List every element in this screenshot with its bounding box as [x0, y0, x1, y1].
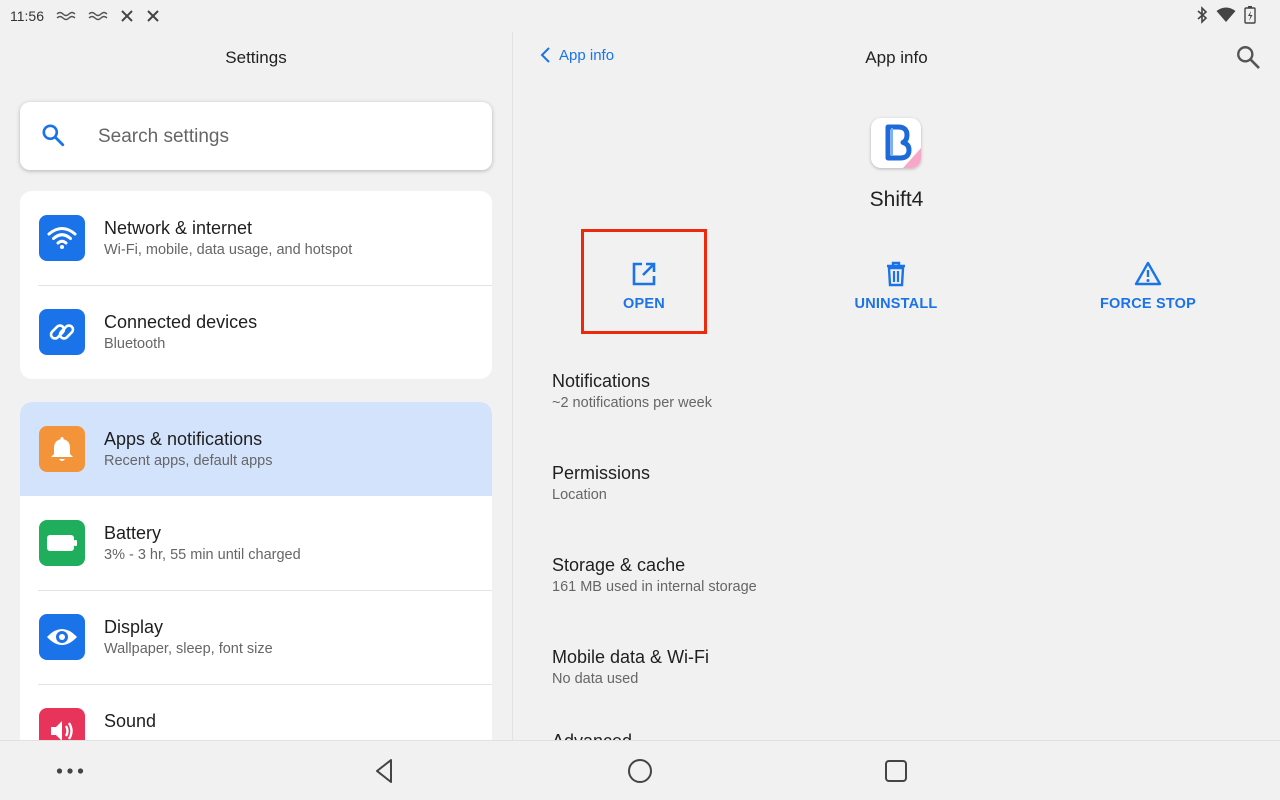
page-title: App info [865, 48, 928, 67]
pref-mobile-data-wifi[interactable]: Mobile data & Wi-Fi No data used [552, 646, 709, 689]
signal-off-icon [121, 10, 133, 22]
recents-icon[interactable] [882, 757, 910, 785]
speaker-icon [39, 708, 85, 740]
settings-item-display[interactable]: Display Wallpaper, sleep, font size [20, 590, 492, 684]
pref-summary: Location [552, 487, 607, 503]
status-right-icons [1196, 6, 1256, 24]
settings-item-summary: Bluetooth [104, 336, 166, 352]
pref-title: Notifications [552, 371, 651, 391]
eye-icon [39, 614, 85, 660]
app-info-pane: App info App info Shift4 OPEN UNINSTALL … [513, 32, 1280, 740]
wifi-icon [1216, 7, 1236, 22]
trash-icon [887, 261, 905, 287]
uninstall-button-label: UNINSTALL [854, 296, 938, 312]
pref-summary: ~2 notifications per week [552, 395, 712, 411]
pref-title: Storage & cache [552, 555, 686, 575]
status-bar: 11:56 [0, 0, 1280, 32]
settings-group-connectivity: Network & internet Wi-Fi, mobile, data u… [20, 191, 492, 379]
settings-item-label: Battery [104, 523, 162, 543]
settings-item-sound[interactable]: Sound [20, 684, 492, 740]
pref-permissions[interactable]: Permissions Location [552, 462, 650, 505]
settings-item-battery[interactable]: Battery 3% - 3 hr, 55 min until charged [20, 496, 492, 590]
pref-summary: 161 MB used in internal storage [552, 579, 757, 595]
settings-item-label: Apps & notifications [104, 429, 263, 449]
pref-title: Mobile data & Wi-Fi [552, 647, 710, 667]
more-icon[interactable] [56, 757, 84, 785]
pref-summary: No data used [552, 671, 639, 687]
pref-storage-cache[interactable]: Storage & cache 161 MB used in internal … [552, 554, 757, 597]
settings-item-summary: Recent apps, default apps [104, 453, 273, 469]
settings-item-network[interactable]: Network & internet Wi-Fi, mobile, data u… [20, 191, 492, 285]
settings-item-apps-notifications[interactable]: Apps & notifications Recent apps, defaul… [20, 402, 492, 496]
settings-item-summary: 3% - 3 hr, 55 min until charged [104, 547, 301, 563]
settings-pane: Settings Search settings Network & inter… [0, 32, 512, 740]
settings-item-label: Display [104, 617, 164, 637]
wave-icon [56, 11, 76, 21]
battery-charging-icon [1244, 6, 1256, 24]
search-settings-bar[interactable]: Search settings [20, 102, 492, 170]
battery-icon [39, 520, 85, 566]
settings-item-summary: Wi-Fi, mobile, data usage, and hotspot [104, 242, 353, 258]
settings-item-label: Network & internet [104, 218, 253, 238]
force-stop-button[interactable]: FORCE STOP [1058, 260, 1238, 312]
settings-group-device: Apps & notifications Recent apps, defaul… [20, 402, 492, 740]
settings-title: Settings [225, 48, 287, 67]
pref-title: Advanced [552, 730, 632, 740]
highlight-box [581, 229, 707, 334]
settings-item-label: Connected devices [104, 312, 258, 332]
pref-notifications[interactable]: Notifications ~2 notifications per week [552, 370, 712, 413]
pref-advanced[interactable]: Advanced [552, 730, 632, 740]
app-name: Shift4 [869, 188, 924, 211]
notification-icons [56, 9, 160, 23]
link-icon [39, 309, 85, 355]
signal-off-icon [147, 10, 159, 22]
pref-title: Permissions [552, 463, 651, 483]
settings-item-label: Sound [104, 711, 157, 731]
search-placeholder: Search settings [98, 126, 229, 147]
settings-item-connected-devices[interactable]: Connected devices Bluetooth [20, 285, 492, 379]
bell-icon [39, 426, 85, 472]
uninstall-button[interactable]: UNINSTALL [806, 260, 986, 312]
warning-icon [1134, 261, 1162, 286]
status-time: 11:56 [10, 8, 44, 24]
back-icon[interactable] [370, 757, 398, 785]
force-stop-button-label: FORCE STOP [1100, 296, 1196, 312]
app-logo-icon [871, 118, 921, 168]
bluetooth-icon [1197, 6, 1208, 24]
navigation-bar [0, 740, 1280, 800]
home-icon[interactable] [626, 757, 654, 785]
search-icon[interactable] [1235, 44, 1261, 70]
wave-icon [88, 11, 108, 21]
wifi-icon [39, 215, 85, 261]
search-icon [42, 124, 65, 147]
settings-item-summary: Wallpaper, sleep, font size [104, 641, 273, 657]
